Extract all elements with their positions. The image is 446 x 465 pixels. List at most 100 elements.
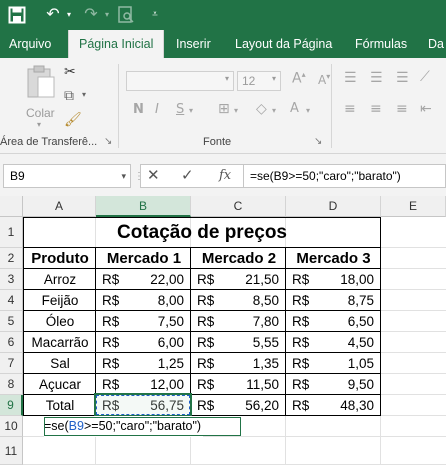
price-cell-m2[interactable]: 21,50 xyxy=(191,269,279,290)
price-cell-m2[interactable]: 7,80 xyxy=(191,311,279,332)
row-header-7[interactable]: 7 xyxy=(0,353,23,374)
font-color-dropdown-icon[interactable]: ▾ xyxy=(306,106,310,115)
italic-button[interactable]: I xyxy=(155,102,159,117)
price-cell-m1[interactable]: 7,50 xyxy=(96,311,184,332)
price-cell-m2[interactable]: 11,50 xyxy=(191,374,279,395)
font-color-icon[interactable]: A xyxy=(290,101,299,116)
tab-layout-da-pagina[interactable]: Layout da Página xyxy=(235,30,332,58)
paste-button[interactable]: Colar ▾ xyxy=(18,64,64,129)
column-header-a[interactable]: A xyxy=(23,196,96,217)
borders-dropdown-icon[interactable]: ▾ xyxy=(234,106,238,115)
column-header-d[interactable]: D xyxy=(286,196,381,217)
product-name-cell[interactable]: Açucar xyxy=(24,374,96,395)
customize-qat-icon[interactable]: ⩡ xyxy=(148,3,162,27)
borders-icon[interactable]: ⊞ xyxy=(218,101,230,117)
column-header-c[interactable]: C xyxy=(191,196,286,217)
sheet-title-cell[interactable]: Cotação de preços xyxy=(23,217,381,248)
save-icon[interactable] xyxy=(8,3,30,24)
ribbon-tabs: Arquivo Página Inicial Inserir Layout da… xyxy=(0,30,446,60)
price-cell-m1[interactable]: 8,00 xyxy=(96,290,184,311)
row-header-2[interactable]: 2 xyxy=(0,248,23,269)
price-cell-m1[interactable]: 1,25 xyxy=(96,353,184,374)
row-header-1[interactable]: 1 xyxy=(0,217,23,248)
header-cell-b[interactable]: Mercado 1 xyxy=(97,248,191,269)
indent-icon[interactable]: ⇤ xyxy=(420,101,432,117)
price-cell-m1[interactable]: 22,00 xyxy=(96,269,184,290)
tab-dados[interactable]: Da xyxy=(428,30,444,58)
group-divider xyxy=(118,64,119,148)
clipboard-launcher-icon[interactable]: ↘ xyxy=(104,136,112,147)
row-header-4[interactable]: 4 xyxy=(0,290,23,311)
name-box[interactable]: B9 ▾ xyxy=(3,164,131,188)
price-cell-m2[interactable]: 56,20 xyxy=(191,395,279,416)
cut-icon[interactable]: ✂ xyxy=(64,64,76,80)
price-cell-m3[interactable]: 4,50 xyxy=(286,332,374,353)
align-right-icon[interactable]: ≡ xyxy=(396,101,408,117)
price-cell-m3[interactable]: 9,50 xyxy=(286,374,374,395)
product-name-cell[interactable]: Total xyxy=(24,395,96,416)
redo-icon[interactable]: ↷ xyxy=(80,3,102,27)
row-header-5[interactable]: 5 xyxy=(0,311,23,332)
tab-arquivo[interactable]: Arquivo xyxy=(9,30,51,58)
align-top-icon[interactable]: ☰ xyxy=(344,70,357,86)
copy-icon[interactable]: ⧉ xyxy=(64,88,74,104)
price-cell-m3[interactable]: 8,75 xyxy=(286,290,374,311)
font-name-select[interactable]: ▾ xyxy=(126,71,234,91)
undo-dropdown-icon[interactable]: ▾ xyxy=(64,3,74,27)
tab-pagina-inicial[interactable]: Página Inicial xyxy=(68,30,165,60)
header-cell-c[interactable]: Mercado 2 xyxy=(192,248,286,269)
font-launcher-icon[interactable]: ↘ xyxy=(314,136,322,147)
cancel-icon[interactable]: ✕ xyxy=(147,166,160,184)
underline-button[interactable]: S xyxy=(176,102,184,117)
orientation-icon[interactable]: ⟋ xyxy=(420,69,430,85)
underline-dropdown-icon[interactable]: ▾ xyxy=(189,106,193,115)
product-name-cell[interactable]: Macarrão xyxy=(24,332,96,353)
price-cell-m1[interactable]: 6,00 xyxy=(96,332,184,353)
print-preview-icon[interactable] xyxy=(118,3,140,24)
header-cell-a[interactable]: Produto xyxy=(24,248,96,269)
tab-formulas[interactable]: Fórmulas xyxy=(355,30,407,58)
column-header-e[interactable]: E xyxy=(381,196,446,217)
price-cell-m2[interactable]: 1,35 xyxy=(191,353,279,374)
tab-inserir[interactable]: Inserir xyxy=(176,30,211,58)
font-size-select[interactable]: 12 ▾ xyxy=(237,71,281,91)
format-painter-icon[interactable]: 🖌 xyxy=(64,112,82,128)
price-cell-m2[interactable]: 8,50 xyxy=(191,290,279,311)
product-name-cell[interactable]: Óleo xyxy=(24,311,96,332)
align-middle-icon[interactable]: ☰ xyxy=(370,70,383,86)
fill-color-icon[interactable]: ◇ xyxy=(256,101,267,117)
paste-icon xyxy=(27,65,55,98)
row-header-10[interactable]: 10 xyxy=(0,416,23,437)
row-header-6[interactable]: 6 xyxy=(0,332,23,353)
price-cell-m1[interactable]: 12,00 xyxy=(96,374,184,395)
price-cell-m3[interactable]: 6,50 xyxy=(286,311,374,332)
formula-input[interactable]: =se(B9>=50;"caro";"barato") xyxy=(244,164,446,188)
bold-button[interactable]: N xyxy=(133,102,144,117)
undo-icon[interactable]: ↶ xyxy=(42,3,64,27)
row-header-8[interactable]: 8 xyxy=(0,374,23,395)
price-cell-m3[interactable]: 1,05 xyxy=(286,353,374,374)
shrink-font-icon[interactable]: A▾ xyxy=(318,72,330,87)
column-header-b[interactable]: B xyxy=(96,196,191,217)
insert-function-icon[interactable]: fx xyxy=(219,168,231,183)
grow-font-icon[interactable]: A▴ xyxy=(292,70,306,87)
select-all-button[interactable] xyxy=(0,196,23,217)
align-bottom-icon[interactable]: ☰ xyxy=(396,70,409,86)
price-cell-m3[interactable]: 18,00 xyxy=(286,269,374,290)
fill-dropdown-icon[interactable]: ▾ xyxy=(272,106,276,115)
row-header-3[interactable]: 3 xyxy=(0,269,23,290)
product-name-cell[interactable]: Sal xyxy=(24,353,96,374)
product-name-cell[interactable]: Feijão xyxy=(24,290,96,311)
copy-dropdown-icon[interactable]: ▾ xyxy=(82,90,86,99)
header-cell-d[interactable]: Mercado 3 xyxy=(287,248,380,269)
product-name-cell[interactable]: Arroz xyxy=(24,269,96,290)
price-cell-m2[interactable]: 5,55 xyxy=(191,332,279,353)
row-header-11[interactable]: 11 xyxy=(0,437,23,465)
redo-dropdown-icon[interactable]: ▾ xyxy=(102,3,112,27)
align-left-icon[interactable]: ≡ xyxy=(344,101,356,117)
price-cell-m3[interactable]: 48,30 xyxy=(286,395,374,416)
align-center-icon[interactable]: ≡ xyxy=(370,101,382,117)
enter-icon[interactable]: ✓ xyxy=(181,166,194,184)
row-header-9[interactable]: 9 xyxy=(0,395,23,416)
quick-access-toolbar: ↶ ▾ ↷ ▾ ⩡ xyxy=(0,0,446,30)
